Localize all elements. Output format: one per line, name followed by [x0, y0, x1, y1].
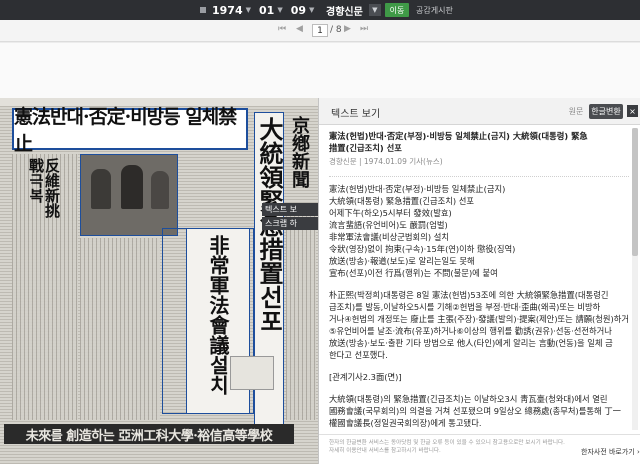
- newspaper-page-image[interactable]: 憲法반대·否定·비방등 일체禁止 反維新挑戰극복 非常軍法會議설치 大統領緊急措…: [0, 98, 318, 464]
- masthead-box: 京鄕新聞: [286, 116, 312, 206]
- article-title-line: 憲法(헌법)반대·否定(부정)·비방등 일체禁止(금지) 大統領(대통령) 緊急: [329, 131, 588, 141]
- scrap-tab[interactable]: 스크랩 하: [262, 217, 318, 230]
- photo-figure: [121, 165, 143, 209]
- text-view-panel: 텍스트 보기 원문 한글변환 × 憲法(헌법)반대·否定(부정)·비방등 일체禁…: [318, 98, 640, 464]
- panel-header: 텍스트 보기 원문 한글변환 ×: [319, 98, 640, 125]
- first-page-icon[interactable]: ⏮: [278, 24, 286, 34]
- body-line: 거나④헌법의 개정또는 廢止를 主張(주장)·發議(발의)·提案(제안)또는 請…: [329, 314, 629, 324]
- illustration-box: [230, 356, 274, 390]
- photo-figure: [151, 171, 169, 209]
- left-headline-box[interactable]: 反維新挑戰극복: [16, 158, 72, 218]
- photo-figure: [91, 169, 111, 209]
- body-line: 大統領(대통령)의 緊急措置(긴급조치)는 이날하오3시 靑瓦臺(청와대)에서 …: [329, 394, 608, 404]
- footnote-line: 자세히 이용안내 서비스를 참고하시기 바랍니다.: [329, 448, 441, 454]
- left-headline: 反維新挑戰극복: [27, 158, 61, 218]
- summary-line: 大統領(대통령) 緊急措置(긴급조치) 선포: [329, 196, 475, 206]
- calendar-icon[interactable]: [200, 7, 206, 13]
- main-headline-box[interactable]: 憲法반대·否定·비방등 일체禁止: [12, 106, 248, 155]
- body-line: 급조치)를 발동,이날하오5시를 기해②헌법을 부정·반대·歪曲(왜곡)또는 비…: [329, 302, 601, 312]
- year-dropdown-icon[interactable]: ▼: [246, 6, 251, 14]
- main-headline: 憲法반대·否定·비방등 일체禁止: [14, 106, 237, 155]
- hanja-dictionary-link[interactable]: 한자사전 바로가기 ›: [581, 447, 640, 457]
- summary-line: 令狀(영장)없이 拘束(구속)·15年(연)이하 懲役(징역): [329, 244, 516, 254]
- body-line: 朴正熙(박정희)대통령은 8일 憲法(헌법)53조에 의한 大統領緊急措置(대통…: [329, 290, 609, 300]
- day-value[interactable]: 09: [291, 4, 306, 17]
- body-line: 國務會議(국무회의)의 의결을 거쳐 선포됐으며 9일상오 總務處(총무처)를통…: [329, 406, 621, 416]
- month-value[interactable]: 01: [259, 4, 274, 17]
- year-value[interactable]: 1974: [212, 4, 243, 17]
- newspaper-dropdown-icon[interactable]: ▼: [368, 4, 381, 16]
- article-text: 憲法(헌법)반대·否定(부정)·비방등 일체禁止(금지) 大統領(대통령) 緊急…: [329, 130, 629, 430]
- last-page-icon[interactable]: ⏭: [360, 24, 368, 34]
- summary-line: 流言蜚語(유언비어)도 嚴罰(엄벌): [329, 220, 448, 230]
- section-reference: [관계기사2.3面(면)]: [329, 372, 402, 382]
- top-navigation-bar: 1974 ▼ 01 ▼ 09 ▼ 경향신문 ▼ 이동 공감게시판: [0, 0, 640, 20]
- summary-line: 放送(방송)·報道(보도)로 알리는일도 못해: [329, 256, 475, 266]
- footnote: 한자의 한글변환 서비스는 동아닷컴 및 한글 오류 등이 있을 수 있으니 참…: [329, 439, 565, 455]
- hangul-convert-button[interactable]: 한글변환: [589, 104, 623, 119]
- text-column: [80, 238, 160, 420]
- body-line: 權國會議長(정일권국회의장)에게 통고됐다.: [329, 418, 482, 428]
- month-dropdown-icon[interactable]: ▼: [277, 6, 282, 14]
- article-meta: 경향신문 | 1974.01.09 기사(뉴스): [329, 157, 443, 166]
- summary-line: 어제下午(하오)5시부터 發效(발효): [329, 208, 452, 218]
- next-page-icon[interactable]: ▶: [344, 24, 351, 34]
- body-line: ⑤유언비어를 날조·流布(유포)하거나⑥이상의 행위를 勸誘(권유)·선동·선전…: [329, 326, 612, 336]
- prev-page-icon[interactable]: ◀: [296, 24, 303, 34]
- newspaper-selector[interactable]: 경향신문 ▼: [326, 0, 381, 20]
- summary-line: 宣布(선포)이전 行爲(행위)는 不問(불문)에 붙여: [329, 268, 498, 278]
- mid-headline: 非常軍法會議설치: [206, 235, 230, 395]
- panel-footer: 한자의 한글변환 서비스는 동아닷컴 및 한글 오류 등이 있을 수 있으니 참…: [319, 434, 640, 464]
- spacer: [0, 43, 640, 98]
- bottom-ad-banner[interactable]: 未來를 創造하는 亞洲工科大學·裕信高等學校: [4, 424, 294, 444]
- page-tool-tabs: 텍스트 보 스크랩 하: [262, 203, 318, 231]
- bottom-ad-text: 未來를 創造하는 亞洲工科大學·裕信高等學校: [25, 428, 273, 444]
- summary-line: 憲法(헌법)반대·否定(부정)·비방등 일체禁止(금지): [329, 184, 506, 194]
- day-dropdown-icon[interactable]: ▼: [309, 6, 314, 14]
- text-view-tab[interactable]: 텍스트 보: [262, 203, 318, 216]
- footnote-line: 한자의 한글변환 서비스는 동아닷컴 및 한글 오류 등이 있을 수 있으니 참…: [329, 440, 565, 446]
- original-text-button[interactable]: 원문: [567, 104, 585, 119]
- panel-title: 텍스트 보기: [331, 109, 381, 120]
- summary-line: 非常軍法會議(비상군법회의) 설치: [329, 232, 449, 242]
- newspaper-name: 경향신문: [326, 6, 363, 18]
- news-photo[interactable]: [80, 154, 178, 236]
- panel-scrollbar[interactable]: [632, 128, 638, 430]
- page-total: / 8: [330, 25, 342, 35]
- text-column: [286, 210, 316, 420]
- date-selector: 1974 ▼ 01 ▼ 09 ▼: [200, 0, 322, 20]
- body-line: 한다고 선포했다.: [329, 350, 388, 360]
- share-board-link[interactable]: 공감게시판: [416, 0, 453, 20]
- article-title-line: 措置(긴급조치) 선포: [329, 143, 402, 153]
- masthead-title: 京鄕新聞: [289, 116, 310, 188]
- page-number-input[interactable]: 1: [312, 24, 328, 37]
- scrollbar-thumb[interactable]: [632, 128, 638, 256]
- article-title: 憲法(헌법)반대·否定(부정)·비방등 일체禁止(금지) 大統領(대통령) 緊急…: [329, 130, 629, 154]
- go-button[interactable]: 이동: [385, 3, 409, 17]
- close-icon[interactable]: ×: [627, 105, 638, 117]
- body-line: 放送(방송)·보도·출판 기타 방법으로 他人(타인)에게 알리는 言動(언동)…: [329, 338, 613, 348]
- divider: [329, 176, 629, 177]
